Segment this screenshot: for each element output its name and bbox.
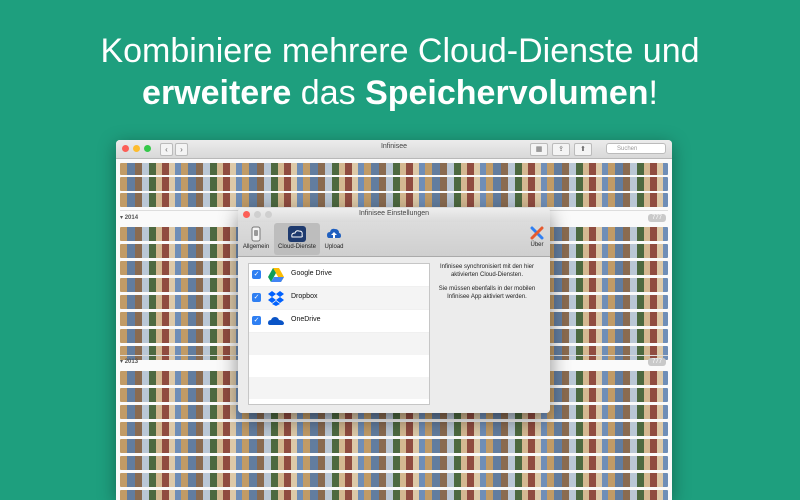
cloud-upload-icon: [327, 228, 341, 238]
headline-end: !: [648, 74, 658, 112]
info-text: Infinisee synchronisiert mit den hier ak…: [434, 263, 540, 307]
photo-strip[interactable]: [120, 193, 668, 207]
empty-row: [249, 355, 429, 377]
photo-strip[interactable]: [120, 490, 668, 500]
service-row-onedrive[interactable]: ✓ OneDrive: [249, 310, 429, 333]
year-count-badge: 777: [647, 214, 666, 222]
headline-bold-2: Speichervolumen: [365, 74, 649, 112]
checkbox-google-drive[interactable]: ✓: [252, 270, 261, 279]
preferences-window: Infinisee Einstellungen Allgemein Cloud-…: [238, 208, 550, 413]
headline-line-2: erweitere das Speichervolumen!: [0, 72, 800, 114]
upload-icon[interactable]: ⬆: [574, 143, 592, 156]
photo-strip[interactable]: [120, 177, 668, 191]
service-row-google-drive[interactable]: ✓ Google Drive: [249, 264, 429, 287]
checkbox-onedrive[interactable]: ✓: [252, 316, 261, 325]
tab-about[interactable]: Über: [528, 223, 546, 255]
photo-strip[interactable]: [120, 473, 668, 487]
main-toolbar-icons: ▦ ⇪ ⬆: [530, 143, 592, 156]
photo-strip[interactable]: [120, 163, 668, 175]
service-name: Dropbox: [291, 293, 318, 300]
tab-upload[interactable]: Upload: [322, 223, 346, 255]
checkbox-dropbox[interactable]: ✓: [252, 293, 261, 302]
grid-view-icon[interactable]: ▦: [530, 143, 548, 156]
headline-bold-1: erweitere: [142, 74, 292, 112]
promo-headline: Kombiniere mehrere Cloud-Dienste und erw…: [0, 30, 800, 114]
service-row-dropbox[interactable]: ✓ Dropbox: [249, 287, 429, 310]
prefs-titlebar: Infinisee Einstellungen: [238, 208, 550, 222]
prefs-body: ✓ Google Drive ✓ Dropbox ✓ OneDrive Infi…: [238, 257, 550, 413]
info-paragraph-2: Sie müssen ebenfalls in der mobilen Infi…: [438, 286, 536, 300]
cloud-icon: [288, 226, 306, 242]
tab-upload-label: Upload: [324, 244, 344, 250]
share-icon[interactable]: ⇪: [552, 143, 570, 156]
service-name: OneDrive: [291, 316, 321, 323]
year-heading: ▾ 2013: [120, 359, 139, 365]
prefs-window-title: Infinisee Einstellungen: [358, 210, 430, 217]
onedrive-icon: [268, 317, 284, 325]
main-titlebar: ‹ › Infinisee ▦ ⇪ ⬆ ⌕ Suchen: [116, 140, 672, 159]
google-drive-icon: [268, 268, 284, 282]
photo-strip[interactable]: [120, 439, 668, 453]
info-paragraph-1: Infinisee synchronisiert mit den hier ak…: [439, 264, 535, 278]
headline-mid: das: [291, 74, 366, 112]
photo-strip[interactable]: [120, 456, 668, 470]
search-input[interactable]: Suchen: [606, 143, 666, 154]
empty-row: [249, 377, 429, 399]
tab-cloud-services[interactable]: Cloud-Dienste: [274, 223, 320, 255]
tab-cloud-services-label: Cloud-Dienste: [277, 244, 317, 250]
tab-about-label: Über: [530, 242, 544, 248]
photo-strip[interactable]: [120, 422, 668, 436]
tab-general-label: Allgemein: [242, 244, 270, 250]
cloud-service-list: ✓ Google Drive ✓ Dropbox ✓ OneDrive: [248, 263, 430, 405]
service-name: Google Drive: [291, 270, 332, 277]
prefs-toolbar: Allgemein Cloud-Dienste Upload Über: [238, 222, 550, 257]
year-label: 2013: [124, 359, 139, 365]
empty-row: [249, 333, 429, 355]
year-count-badge: 777: [647, 358, 666, 366]
infinisee-logo-icon: [530, 226, 544, 240]
dropbox-icon: [268, 291, 284, 306]
switch-icon: [251, 226, 261, 242]
year-label: 2014: [124, 215, 139, 221]
headline-line-1: Kombiniere mehrere Cloud-Dienste und: [100, 32, 700, 70]
year-heading: ▾ 2014: [120, 215, 139, 221]
tab-general[interactable]: Allgemein: [240, 223, 272, 255]
